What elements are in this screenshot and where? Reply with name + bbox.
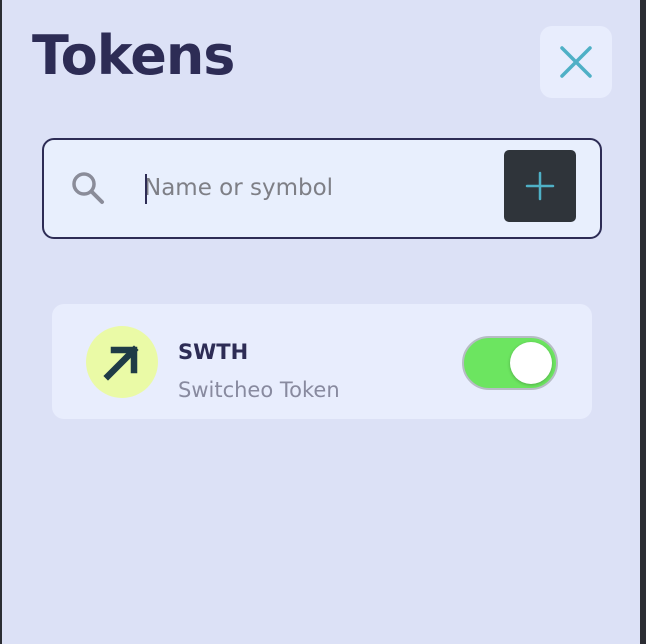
switcheo-arrow-icon bbox=[103, 345, 139, 381]
token-name: Switcheo Token bbox=[178, 378, 340, 402]
add-token-button[interactable] bbox=[504, 150, 576, 222]
token-list-item[interactable]: SWTH Switcheo Token bbox=[52, 304, 592, 419]
tokens-panel: Tokens SWTH Switcheo Token bbox=[2, 0, 640, 644]
token-enabled-toggle[interactable] bbox=[462, 336, 558, 390]
close-icon bbox=[560, 46, 592, 78]
search-field[interactable] bbox=[42, 138, 602, 239]
window-edge bbox=[640, 0, 646, 644]
page-title: Tokens bbox=[32, 24, 235, 87]
close-button[interactable] bbox=[540, 26, 612, 98]
token-symbol: SWTH bbox=[178, 340, 249, 364]
toggle-knob bbox=[510, 342, 552, 384]
search-input[interactable] bbox=[144, 166, 494, 210]
search-icon bbox=[72, 172, 104, 204]
token-logo bbox=[86, 326, 158, 398]
plus-icon bbox=[525, 171, 555, 201]
text-caret bbox=[145, 174, 147, 204]
